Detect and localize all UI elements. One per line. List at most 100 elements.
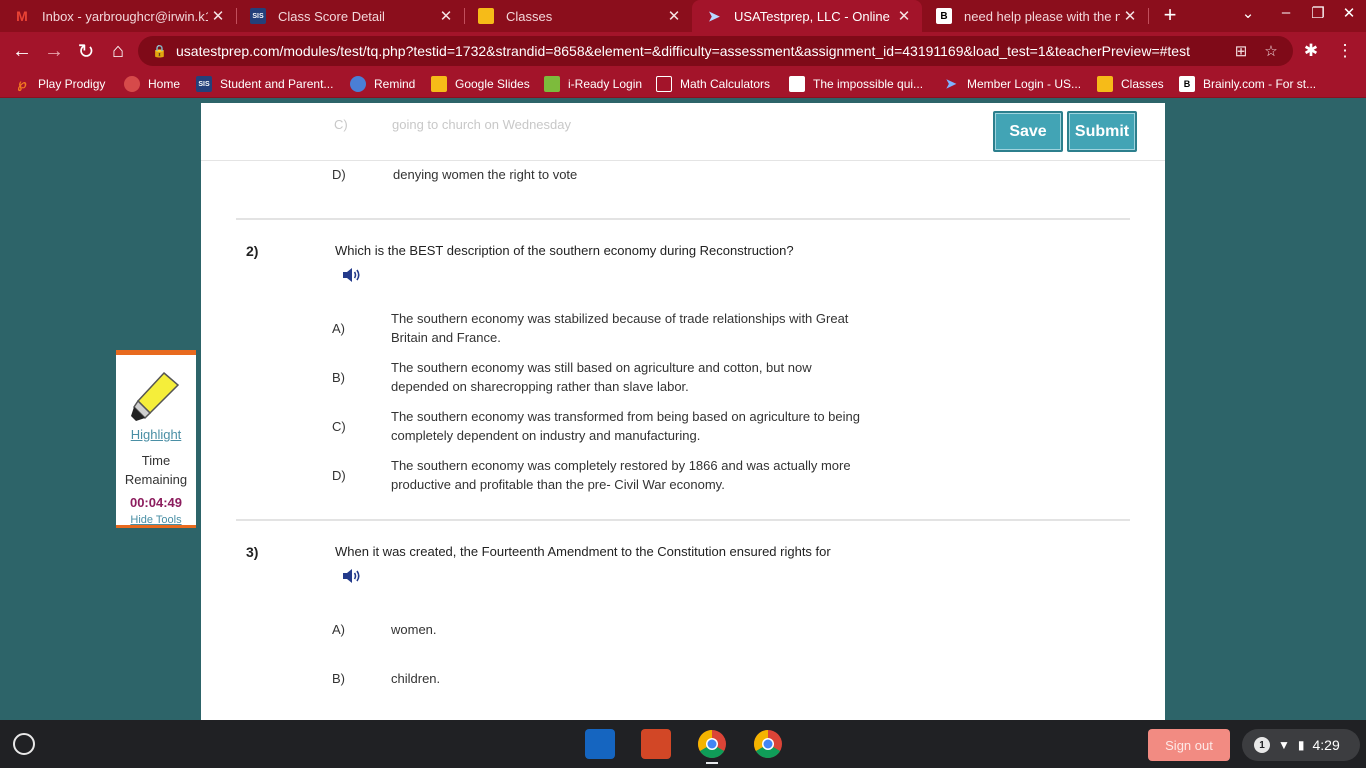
prodigy-icon: ℘ xyxy=(17,76,27,91)
iready-icon xyxy=(544,76,560,92)
tab-title: need help please with the num xyxy=(964,8,1120,24)
test-action-bar: C) going to church on Wednesday Save Sub… xyxy=(201,103,1165,161)
calculator-icon xyxy=(656,76,672,92)
bookmark-play-prodigy[interactable]: ℘ Play Prodigy xyxy=(14,74,105,94)
tab-title: Classes xyxy=(506,8,553,24)
address-bar[interactable]: 🔒 ⊞ ☆ xyxy=(138,36,1293,66)
tab-search-icon[interactable]: ⌄ xyxy=(1236,4,1260,22)
bookmark-brainly[interactable]: B Brainly.com - For st... xyxy=(1179,74,1316,94)
close-icon[interactable]: ✕ xyxy=(1120,7,1140,25)
tab-classes[interactable]: Classes ✕ xyxy=(464,0,692,32)
tab-class-score[interactable]: SIS Class Score Detail ✕ xyxy=(236,0,464,32)
back-icon[interactable]: ← xyxy=(9,38,35,64)
option-letter: B) xyxy=(332,671,345,686)
menu-icon[interactable]: ⋮ xyxy=(1333,41,1357,61)
brainly-icon: B xyxy=(936,8,952,24)
hide-tools-link[interactable]: Hide Tools xyxy=(116,514,196,526)
status-tray[interactable]: 1 ▼ ▮ 4:29 xyxy=(1242,729,1360,761)
translate-icon[interactable]: ⊞ xyxy=(1232,42,1250,60)
highlight-link[interactable]: Highlight xyxy=(116,427,196,442)
bookmark-google-slides[interactable]: Google Slides xyxy=(431,74,530,94)
bookmark-impossible-quiz[interactable]: The impossible qui... xyxy=(789,74,923,94)
prev-option-d-letter[interactable]: D) xyxy=(332,167,346,182)
lock-icon: 🔒 xyxy=(152,44,167,58)
wifi-icon: ▼ xyxy=(1278,738,1290,752)
bookmark-remind[interactable]: Remind xyxy=(350,74,415,94)
option-text: The southern economy was completely rest… xyxy=(391,458,851,492)
option-letter: A) xyxy=(332,321,345,336)
speaker-icon[interactable] xyxy=(342,567,362,585)
bookmark-label: Google Slides xyxy=(455,77,530,91)
bookmark-math-calculators[interactable]: Math Calculators xyxy=(656,74,770,94)
speaker-icon[interactable] xyxy=(342,266,362,284)
sis-icon: SIS xyxy=(196,76,212,92)
tab-strip: M Inbox - yarbroughcr@irwin.k12 ✕ SIS Cl… xyxy=(0,0,1366,32)
option-text: children. xyxy=(391,671,441,686)
question-divider xyxy=(236,218,1130,220)
forward-icon[interactable]: → xyxy=(41,38,67,64)
close-window-icon[interactable]: ✕ xyxy=(1337,4,1361,22)
close-icon[interactable]: ✕ xyxy=(436,7,456,25)
countdown-timer: 00:04:49 xyxy=(129,495,183,510)
tab-gmail[interactable]: M Inbox - yarbroughcr@irwin.k12 ✕ xyxy=(0,0,236,32)
prev-option-d-text[interactable]: denying women the right to vote xyxy=(393,165,863,184)
shield-app-icon[interactable] xyxy=(585,729,615,759)
question-number: 2) xyxy=(246,243,259,259)
sis-icon: SIS xyxy=(250,8,266,24)
close-icon[interactable]: ✕ xyxy=(208,7,228,25)
new-tab-icon[interactable]: + xyxy=(1158,2,1182,28)
option-letter: C) xyxy=(332,419,346,434)
slides-icon xyxy=(431,76,447,92)
powerpoint-icon[interactable] xyxy=(641,729,671,759)
bookmark-star-icon[interactable]: ☆ xyxy=(1262,42,1280,60)
reload-icon[interactable]: ↻ xyxy=(73,38,99,64)
question-number: 3) xyxy=(246,544,259,560)
sign-out-button[interactable]: Sign out xyxy=(1148,729,1230,761)
os-shelf: Sign out 1 ▼ ▮ 4:29 xyxy=(0,720,1366,768)
option-text: The southern economy was still based on … xyxy=(391,360,812,394)
bookmark-student-parent[interactable]: SIS Student and Parent... xyxy=(196,74,333,94)
bookmarks-bar: ℘ Play Prodigy Home SIS Student and Pare… xyxy=(0,70,1366,98)
submit-button[interactable]: Submit xyxy=(1067,111,1137,152)
bookmark-label: The impossible qui... xyxy=(813,77,924,91)
gmail-icon: M xyxy=(16,8,28,24)
maximize-icon[interactable]: ❐ xyxy=(1306,4,1330,22)
tab-title: Class Score Detail xyxy=(278,8,385,24)
notification-badge: 1 xyxy=(1254,737,1270,753)
time-remaining-label: Time xyxy=(141,453,171,468)
battery-icon: ▮ xyxy=(1297,738,1305,752)
bookmark-home[interactable]: Home xyxy=(124,74,180,94)
bookmark-member-login[interactable]: ➤ Member Login - US... xyxy=(943,74,1082,94)
minimize-icon[interactable]: – xyxy=(1274,4,1298,21)
close-icon[interactable]: ✕ xyxy=(664,7,684,25)
home-icon[interactable]: ⌂ xyxy=(105,38,131,64)
option-text: The southern economy was transformed fro… xyxy=(391,409,860,443)
launcher-icon[interactable] xyxy=(13,733,35,755)
classroom-icon xyxy=(1097,76,1113,92)
bookmark-label: Remind xyxy=(374,77,416,91)
question-divider xyxy=(236,519,1130,521)
url-input[interactable] xyxy=(176,43,1216,59)
question-text: When it was created, the Fourteenth Amen… xyxy=(335,544,831,559)
chrome-icon[interactable] xyxy=(753,729,783,759)
option-text: going to church on Wednesday xyxy=(392,117,571,132)
bookmark-classes[interactable]: Classes xyxy=(1097,74,1164,94)
extensions-icon[interactable]: ✱ xyxy=(1299,41,1323,61)
close-icon[interactable]: ✕ xyxy=(894,7,914,25)
quiz-icon xyxy=(789,76,805,92)
bookmark-iready[interactable]: i-Ready Login xyxy=(544,74,642,94)
bookmark-label: i-Ready Login xyxy=(568,77,643,91)
tools-panel: Highlight Time Remaining 00:04:49 Hide T… xyxy=(116,350,196,528)
highlighter-icon[interactable] xyxy=(128,369,184,425)
bookmark-label: Classes xyxy=(1121,77,1164,91)
save-button[interactable]: Save xyxy=(993,111,1063,152)
bookmark-label: Brainly.com - For st... xyxy=(1203,77,1317,91)
browser-toolbar: ← → ↻ ⌂ 🔒 ⊞ ☆ ✱ ⋮ xyxy=(0,32,1366,70)
tab-separator xyxy=(1148,8,1149,24)
tab-title: Inbox - yarbroughcr@irwin.k12 xyxy=(42,8,208,24)
chrome-icon[interactable] xyxy=(697,729,727,759)
question-text: Which is the BEST description of the sou… xyxy=(335,243,794,258)
tab-usatestprep[interactable]: ➤ USATestprep, LLC - Online State ✕ xyxy=(692,0,922,32)
tab-brainly[interactable]: B need help please with the num ✕ xyxy=(922,0,1148,32)
bookmark-label: Play Prodigy xyxy=(38,77,106,91)
